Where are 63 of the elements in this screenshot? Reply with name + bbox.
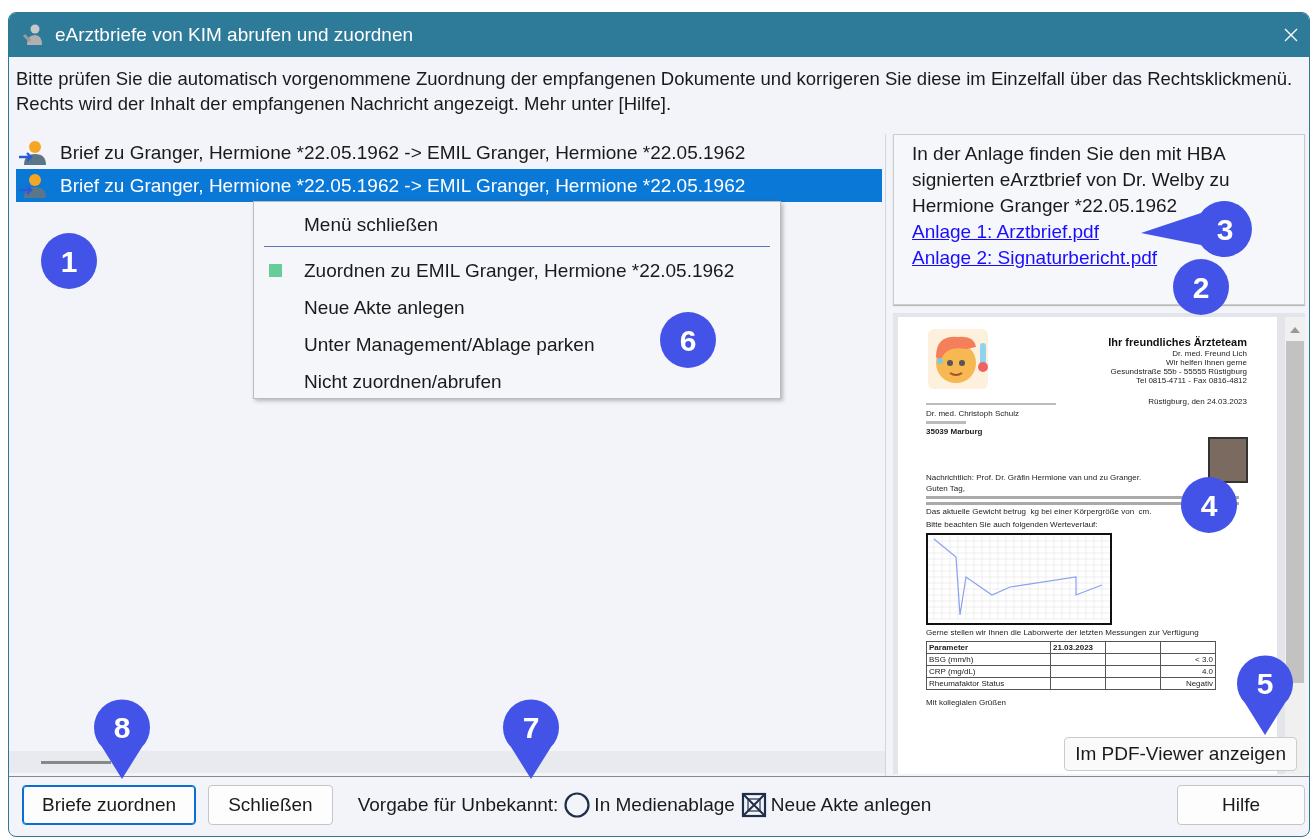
option-radio-circle[interactable] xyxy=(564,792,591,818)
menu-item[interactable]: Nicht zuordnen/abrufen xyxy=(254,363,502,400)
option-label: Neue Akte anlegen xyxy=(770,794,932,816)
callout-badge: 1 xyxy=(39,231,99,291)
letterhead-title: Ihr freundliches Ärzteteam xyxy=(1108,335,1247,349)
table-header: Parameter xyxy=(926,641,1051,654)
letterhead-line: Tel 0815-4711 - Fax 0816-4812 xyxy=(1135,376,1247,385)
table-cell: Rheumafaktor Status xyxy=(926,677,1051,690)
instructions-text: Bitte prüfen Sie die automatisch vorgenommene Zuordnung der empfangenen Dokumente und korrigeren Sie diese im Einzelfall über das Rechtsklickmenü. Rechts wird der Inhalt der empfangenen Nachricht angezeigt. Mehr unter [Hilfe]. xyxy=(15,67,1294,116)
close-icon[interactable] xyxy=(1283,27,1299,43)
photo-placeholder xyxy=(1208,437,1248,483)
menu-item[interactable]: Neue Akte anlegen xyxy=(254,289,465,326)
callout-badge: 6 xyxy=(658,310,718,370)
horizontal-scrollbar[interactable] xyxy=(9,751,885,773)
table-cell: 4.0 xyxy=(1160,665,1216,678)
closing-line: Mit kollegialen Grüßen xyxy=(926,698,1008,708)
chart-intro: Bitte beachten Sie auch folgenden Werteverlauf: xyxy=(926,520,1099,530)
menu-item[interactable]: Zuordnen zu EMIL Granger, Hermione *22.05.1962 xyxy=(254,252,735,289)
default-label: Vorgabe für Unbekannt: xyxy=(357,794,559,816)
callout-badge: 4 xyxy=(1179,475,1239,535)
dialog-button[interactable]: Schließen xyxy=(208,785,333,825)
attachment-link[interactable]: Anlage 2: Signaturbericht.pdf xyxy=(912,245,1158,271)
greeting: Guten Tag, xyxy=(926,484,966,494)
letter-label: Brief zu Granger, Hermione *22.05.1962 -> EMIL Granger, Hermione *22.05.1962 xyxy=(60,141,746,164)
person-arrow-icon xyxy=(18,139,48,166)
menu-item[interactable]: Menü schließen xyxy=(254,206,439,243)
weight-sentence: Das aktuelle Gewicht betrug kg bei einer Körpergröße von cm. xyxy=(926,507,1153,517)
dialog-button[interactable]: Briefe zuordnen xyxy=(22,785,197,825)
letter-label: Brief zu Granger, Hermione *22.05.1962 -> EMIL Granger, Hermione *22.05.1962 xyxy=(60,174,746,197)
person-icon xyxy=(21,23,45,47)
table-cell: < 3.0 xyxy=(1160,653,1216,666)
vertical-scrollbar[interactable] xyxy=(1285,317,1305,774)
option-label: In Medienablage xyxy=(594,794,735,816)
option-crossed-box[interactable] xyxy=(740,792,767,818)
recipient-name: Dr. med. Christoph Schulz xyxy=(926,409,1020,419)
callout-badge: 2 xyxy=(1171,257,1231,317)
table-cell: BSG (mm/h) xyxy=(926,653,1051,666)
help-button[interactable]: Hilfe xyxy=(1177,785,1305,825)
attachment-link[interactable]: Anlage 1: Arztbrief.pdf xyxy=(912,219,1099,245)
letter-date: Rüstigburg, den 24.03.2023 xyxy=(1148,397,1247,407)
letterhead-line: Wir helfen Ihnen gerne xyxy=(1166,358,1247,367)
cc-line: Nachrichtlich: Prof. Dr. Gräfin Hermione van und zu Granger. xyxy=(926,473,1142,483)
street-line-drawing xyxy=(926,421,966,424)
callout-badge: 8 xyxy=(92,697,152,781)
table-header: 21.03.2023 xyxy=(1050,641,1106,654)
message-text: In der Anlage finden Sie den mit HBA signierten eArztbrief von Dr. Welby zu Hermione Granger *22.05.1962 xyxy=(912,142,1231,218)
scrollbar-thumb[interactable] xyxy=(41,760,111,764)
open-in-pdf-viewer-button[interactable]: Im PDF-Viewer anzeigen xyxy=(1064,737,1297,771)
window-title: eArztbriefe von KIM abrufen und zuordnen xyxy=(55,24,415,46)
scroll-up-icon[interactable] xyxy=(1289,325,1301,335)
callout-badge: 5 xyxy=(1235,653,1295,737)
letterhead-line: Gesundstraße 55b - 55555 Rüstigburg xyxy=(1110,367,1247,376)
lab-intro: Gerne stellen wir Ihnen die Laborwerte der letzten Messungen zur Verfügung xyxy=(926,628,1200,638)
person-arrow-icon xyxy=(18,172,48,199)
letterhead-line: Dr. med. Freund Lich xyxy=(1172,349,1247,358)
scrollbar-thumb[interactable] xyxy=(1286,341,1304,683)
callout-badge: 7 xyxy=(501,697,561,781)
menu-item[interactable]: Unter Management/Ablage parken xyxy=(254,326,595,363)
table-cell: Negativ xyxy=(1160,677,1216,690)
letter-list-item[interactable]: Brief zu Granger, Hermione *22.05.1962 -> EMIL Granger, Hermione *22.05.1962 xyxy=(16,169,882,202)
table-cell: CRP (mg/dL) xyxy=(926,665,1051,678)
letter-list-item[interactable]: Brief zu Granger, Hermione *22.05.1962 -> EMIL Granger, Hermione *22.05.1962 xyxy=(16,136,882,169)
recipient-city: 35039 Marburg xyxy=(926,427,984,437)
